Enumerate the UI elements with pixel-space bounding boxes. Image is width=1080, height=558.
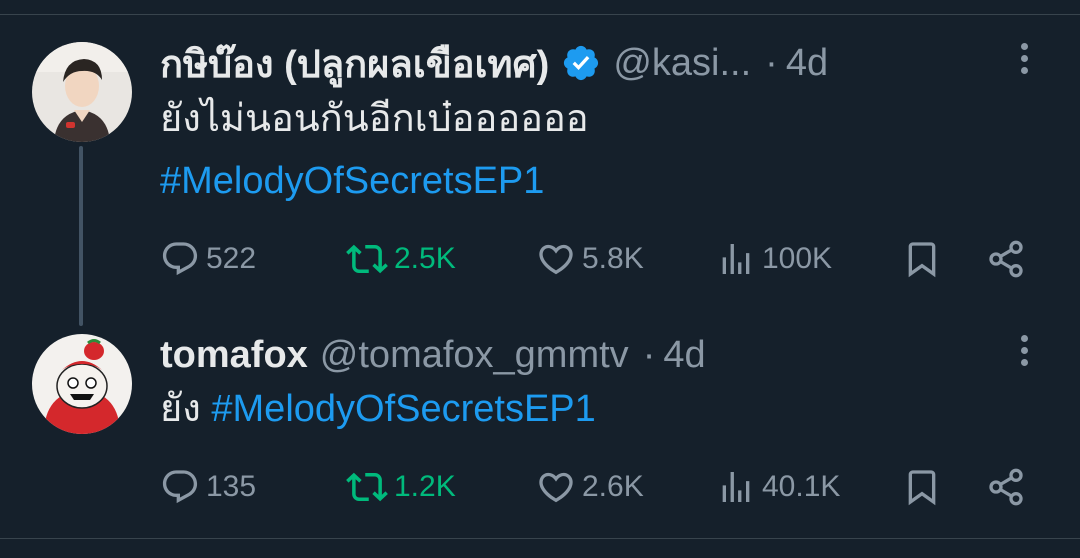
views-button[interactable]: 40.1K [716, 462, 840, 512]
reply-count: 135 [206, 470, 257, 503]
views-icon [722, 244, 750, 274]
retweet-button[interactable]: 1.2K [346, 462, 456, 512]
like-icon [539, 244, 573, 275]
views-button[interactable]: 100K [716, 234, 832, 284]
views-count: 40.1K [762, 470, 841, 503]
share-icon [989, 240, 1023, 278]
more-icon[interactable] [1004, 330, 1044, 370]
more-icon[interactable] [1004, 38, 1044, 78]
separator-dot: · [642, 333, 656, 376]
share-button[interactable] [986, 462, 1032, 512]
timestamp[interactable]: 4d [663, 334, 705, 377]
tweet-actions: 522 2.5K 5.8K 100K [160, 234, 1040, 284]
tweet-text: ยัง #MelodyOfSecretsEP1 [160, 382, 596, 436]
bookmark-icon [908, 242, 936, 278]
tweet-text: ยังไม่นอนกันอีกเบ๋ออออออ [160, 98, 589, 140]
reply-count: 522 [206, 242, 257, 275]
retweet-icon [346, 472, 388, 502]
reply-icon [162, 470, 198, 504]
reply-icon [162, 242, 198, 276]
avatar[interactable] [32, 334, 132, 434]
tweet-actions: 135 1.2K 2.6K 40.1K [160, 462, 1040, 512]
tweet-header: กษิบ๊อง (ปลูกผลเขือเทศ) @kasi... · 4d [160, 38, 1040, 88]
retweet-count: 1.2K [394, 470, 456, 503]
avatar[interactable] [32, 42, 132, 142]
user-handle[interactable]: @tomafox_gmmtv [320, 334, 629, 377]
thread-connector [79, 146, 83, 326]
timestamp[interactable]: 4d [786, 42, 828, 85]
tweet-text-prefix: ยัง [160, 388, 212, 430]
separator-dot: · [765, 41, 778, 84]
hashtag-link[interactable]: #MelodyOfSecretsEP1 [211, 388, 595, 430]
retweet-button[interactable]: 2.5K [346, 234, 456, 284]
avatar-image [32, 334, 132, 434]
bookmark-button[interactable] [902, 462, 948, 512]
retweet-icon [346, 244, 388, 274]
avatar-image [32, 42, 132, 142]
reply-button[interactable]: 522 [160, 234, 256, 284]
bottom-divider [0, 538, 1080, 539]
display-name[interactable]: tomafox [160, 334, 308, 377]
verified-badge-icon [561, 43, 601, 83]
user-handle[interactable]: @kasi... [613, 42, 751, 85]
tweet-header: tomafox @tomafox_gmmtv · 4d [160, 330, 1040, 380]
share-button[interactable] [986, 234, 1032, 284]
views-icon [722, 472, 750, 502]
like-button[interactable]: 5.8K [536, 234, 644, 284]
share-icon [989, 468, 1023, 506]
like-count: 2.6K [582, 470, 644, 503]
retweet-count: 2.5K [394, 242, 456, 275]
reply-button[interactable]: 135 [160, 462, 256, 512]
bookmark-button[interactable] [902, 234, 948, 284]
bookmark-icon [908, 470, 936, 506]
display-name[interactable]: กษิบ๊อง (ปลูกผลเขือเทศ) [160, 33, 549, 94]
views-count: 100K [762, 242, 833, 275]
like-count: 5.8K [582, 242, 644, 275]
hashtag-link[interactable]: #MelodyOfSecretsEP1 [160, 160, 544, 202]
like-button[interactable]: 2.6K [536, 462, 644, 512]
top-divider [0, 14, 1080, 15]
like-icon [539, 472, 573, 503]
